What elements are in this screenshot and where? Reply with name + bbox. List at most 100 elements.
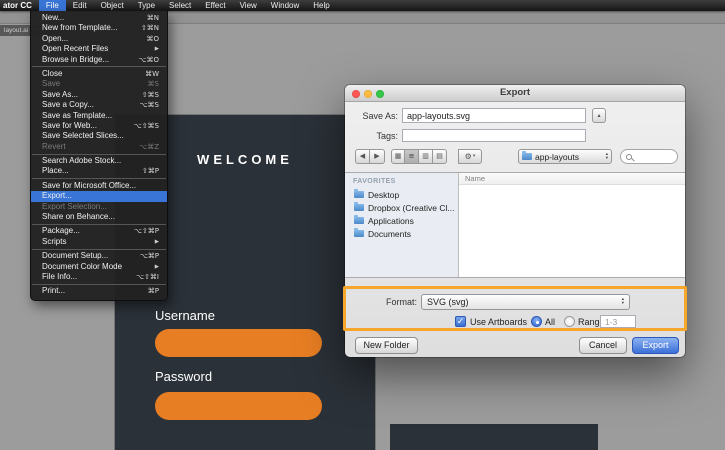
all-radio[interactable] bbox=[531, 316, 542, 327]
menu-item-label: Package... bbox=[42, 226, 80, 236]
menubar-menus: File Edit Object Type Select Effect View Window… bbox=[38, 0, 337, 11]
file-menu-item-place[interactable]: Place... ⇧⌘P bbox=[31, 166, 167, 176]
menu-item-label: Share on Behance... bbox=[42, 212, 115, 222]
file-menu-item-search-adobe-stock[interactable]: Search Adobe Stock... bbox=[31, 156, 167, 166]
menubar-item-view[interactable]: View bbox=[233, 0, 264, 11]
action-menu: ⚙ ▾ bbox=[458, 149, 482, 164]
file-menu-item-browse-in-bridge[interactable]: Browse in Bridge... ⌥⌘O bbox=[31, 55, 167, 65]
file-menu-item-export[interactable]: Export... bbox=[31, 191, 167, 202]
menu-item-shortcut: ⇧⌘S bbox=[141, 90, 159, 99]
file-menu-item-save-for-web[interactable]: Save for Web... ⌥⇧⌘S bbox=[31, 121, 167, 131]
file-menu-item-package[interactable]: Package... ⌥⇧⌘P bbox=[31, 226, 167, 236]
icon-view-button[interactable]: ▦ bbox=[391, 149, 405, 164]
file-menu-item-print[interactable]: Print... ⌘P bbox=[31, 286, 167, 296]
use-artboards-checkbox[interactable]: ✓ bbox=[455, 316, 466, 327]
file-menu-item-save-as[interactable]: Save As... ⇧⌘S bbox=[31, 90, 167, 100]
name-column-header[interactable]: Name bbox=[459, 173, 685, 185]
range-radio[interactable] bbox=[564, 316, 575, 327]
menubar-item-type[interactable]: Type bbox=[131, 0, 162, 11]
location-dropdown[interactable]: app-layouts ▴ ▾ bbox=[518, 149, 612, 164]
menubar-item-file[interactable]: File bbox=[38, 0, 66, 11]
username-field-shape bbox=[155, 329, 322, 357]
list-view-button[interactable]: ≡ bbox=[405, 149, 419, 164]
close-button[interactable] bbox=[352, 89, 360, 98]
menubar-item-edit[interactable]: Edit bbox=[66, 0, 94, 11]
menubar-item-window[interactable]: Window bbox=[264, 0, 306, 11]
file-menu-item-new[interactable]: New... ⌘N bbox=[31, 13, 167, 23]
menu-item-shortcut: ⌘O bbox=[146, 34, 159, 43]
menu-separator bbox=[32, 248, 166, 250]
forward-button[interactable]: ▶ bbox=[370, 149, 385, 164]
file-menu-item-scripts[interactable]: Scripts ▶ bbox=[31, 237, 167, 247]
favorites-item-dropbox-creative-cl[interactable]: Dropbox (Creative Cl... bbox=[345, 201, 458, 214]
file-menu-item-share-on-behance[interactable]: Share on Behance... bbox=[31, 212, 167, 222]
file-menu-item-new-from-template[interactable]: New from Template... ⇧⌘N bbox=[31, 23, 167, 33]
menu-item-label: Scripts bbox=[42, 236, 67, 246]
file-menu-item-save-selected-slices[interactable]: Save Selected Slices... bbox=[31, 131, 167, 141]
view-mode-control: ▦ ≡ ▥ ▤ bbox=[391, 149, 447, 164]
menu-item-label: Save Selected Slices... bbox=[42, 131, 124, 141]
menu-item-label: Export... bbox=[42, 191, 72, 201]
format-value: SVG (svg) bbox=[427, 297, 469, 307]
file-menu-item-document-setup[interactable]: Document Setup... ⌥⌘P bbox=[31, 251, 167, 261]
file-menu-item-save-a-copy[interactable]: Save a Copy... ⌥⌘S bbox=[31, 100, 167, 110]
app-menu-label[interactable]: ator CC bbox=[0, 0, 39, 11]
search-field[interactable] bbox=[620, 149, 678, 164]
submenu-arrow-icon: ▶ bbox=[154, 46, 159, 53]
menu-item-label: Document Setup... bbox=[42, 251, 109, 261]
save-as-input[interactable]: app-layouts.svg bbox=[402, 108, 586, 123]
menu-item-shortcut: ⇧⌘P bbox=[141, 167, 159, 176]
minimize-button[interactable] bbox=[364, 89, 372, 98]
menu-item-shortcut: ⌥⌘Z bbox=[139, 142, 159, 151]
menu-item-shortcut: ⌥⇧⌘S bbox=[133, 121, 159, 130]
export-confirm-button[interactable]: Export bbox=[632, 337, 679, 354]
file-menu-item-close[interactable]: Close ⌘W bbox=[31, 69, 167, 79]
down-arrow-icon: ▾ bbox=[605, 155, 608, 161]
range-input[interactable]: 1-3 bbox=[600, 315, 636, 328]
file-menu-item-save-for-microsoft-office[interactable]: Save for Microsoft Office... bbox=[31, 181, 167, 191]
folder-icon bbox=[354, 228, 364, 237]
file-menu-item-open-recent-files[interactable]: Open Recent Files ▶ bbox=[31, 44, 167, 54]
file-menu: New... ⌘N New from Template... ⇧⌘N Open... ⌘O… bbox=[30, 11, 168, 301]
file-menu-item-save-as-template[interactable]: Save as Template... bbox=[31, 111, 167, 121]
coverflow-view-button[interactable]: ▤ bbox=[433, 149, 447, 164]
menubar-item-select[interactable]: Select bbox=[162, 0, 198, 11]
all-label: All bbox=[545, 317, 556, 327]
password-field-shape bbox=[155, 392, 322, 420]
file-menu-item-open[interactable]: Open... ⌘O bbox=[31, 34, 167, 44]
column-view-button[interactable]: ▥ bbox=[419, 149, 433, 164]
cancel-button[interactable]: Cancel bbox=[579, 337, 627, 354]
action-gear-button[interactable]: ⚙ ▾ bbox=[458, 149, 482, 164]
menu-item-label: Open Recent Files bbox=[42, 44, 109, 54]
location-value: app-layouts bbox=[535, 151, 579, 162]
menu-item-shortcut: ⌘P bbox=[147, 287, 159, 296]
favorites-item-documents[interactable]: Documents bbox=[345, 227, 458, 240]
favorites-item-desktop[interactable]: Desktop bbox=[345, 188, 458, 201]
menubar-item-object[interactable]: Object bbox=[94, 0, 131, 11]
expand-panel-button[interactable]: ▴ bbox=[592, 108, 606, 123]
back-button[interactable]: ◀ bbox=[355, 149, 370, 164]
gear-icon: ⚙ bbox=[464, 152, 472, 161]
file-menu-item-file-info[interactable]: File Info... ⌥⇧⌘I bbox=[31, 272, 167, 282]
down-arrow-icon: ▾ bbox=[621, 301, 624, 306]
favorites-header: FAVORITES bbox=[353, 178, 396, 185]
menubar-item-help[interactable]: Help bbox=[306, 0, 336, 11]
menu-item-label: Document Color Mode bbox=[42, 261, 123, 271]
menu-item-label: Place... bbox=[42, 166, 69, 176]
file-menu-item-document-color-mode[interactable]: Document Color Mode ▶ bbox=[31, 262, 167, 272]
chevron-down-icon: ▾ bbox=[472, 153, 476, 159]
favorites-item-applications[interactable]: Applications bbox=[345, 214, 458, 227]
zoom-button[interactable] bbox=[376, 89, 384, 98]
tags-input[interactable] bbox=[402, 129, 586, 142]
menubar-item-effect[interactable]: Effect bbox=[198, 0, 232, 11]
menu-item-label: Browse in Bridge... bbox=[42, 54, 110, 64]
menu-item-label: File Info... bbox=[42, 271, 78, 281]
menu-item-shortcut: ⌥⌘S bbox=[139, 101, 159, 110]
updown-arrows-icon: ▴ ▾ bbox=[605, 152, 608, 161]
dialog-titlebar[interactable]: Export bbox=[345, 85, 685, 102]
format-dropdown[interactable]: SVG (svg) ▴ ▾ bbox=[421, 294, 630, 310]
new-folder-button[interactable]: New Folder bbox=[355, 337, 418, 354]
username-label: Username bbox=[155, 308, 215, 323]
menu-item-label: Save a Copy... bbox=[42, 100, 94, 110]
file-browser: FAVORITES Desktop Dropbox (Creative Cl...… bbox=[345, 172, 685, 278]
